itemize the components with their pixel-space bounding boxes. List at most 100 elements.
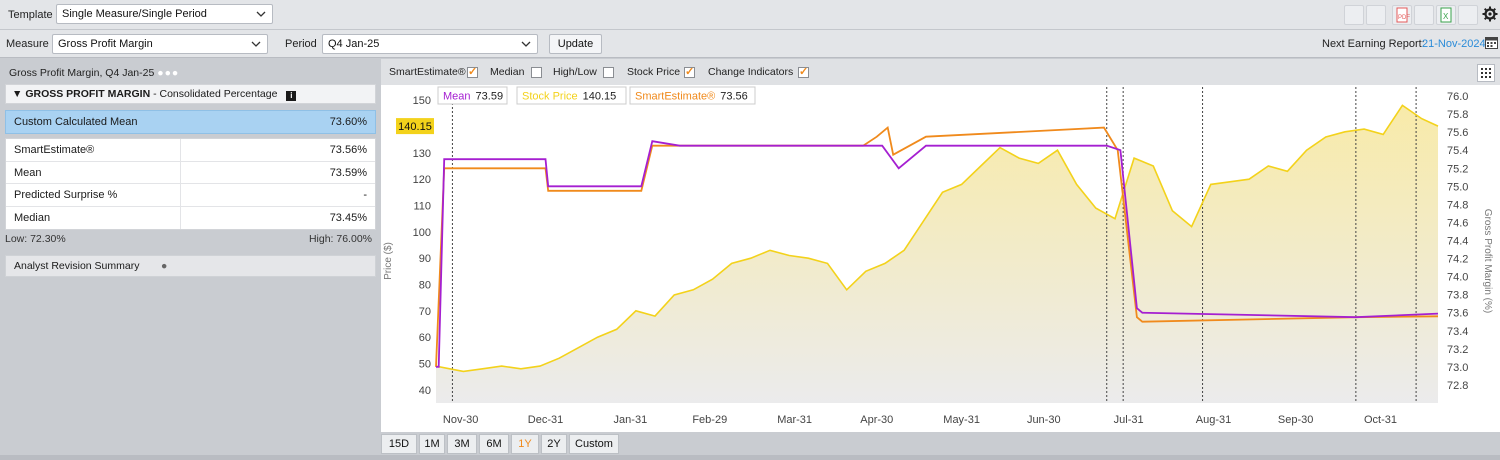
y2-tick-label: 73.8 bbox=[1447, 290, 1468, 302]
collapse-icon[interactable]: ▼ bbox=[12, 88, 22, 100]
stats-value: 73.45% bbox=[329, 211, 367, 224]
template-label: Template bbox=[8, 9, 53, 21]
y-tick-label: 50 bbox=[419, 359, 431, 371]
section-subtitle: - Consolidated Percentage bbox=[153, 88, 278, 100]
y-tick-label: 100 bbox=[413, 227, 431, 239]
x-tick-label: Aug-31 bbox=[1196, 414, 1231, 426]
option-median-checkbox[interactable] bbox=[531, 67, 542, 78]
chart-options-bar: SmartEstimate® Median High/Low Stock Pri… bbox=[381, 59, 1500, 85]
high-value: High: 76.00% bbox=[308, 233, 372, 245]
stats-table: SmartEstimate® 73.56% Mean 73.59% Predicte… bbox=[5, 138, 376, 230]
legend-mean-value: 73.59 bbox=[476, 91, 504, 103]
range-2y-button[interactable]: 2Y bbox=[541, 434, 567, 454]
stats-row: Mean 73.59% bbox=[6, 161, 375, 184]
section-title-bar[interactable]: ▼ GROSS PROFIT MARGIN - Consolidated Per… bbox=[5, 84, 376, 104]
range-selector: 15D 1M 3M 6M 1Y 2Y Custom bbox=[381, 432, 1500, 454]
next-earning-date[interactable]: 21-Nov-2024 bbox=[1422, 38, 1486, 50]
template-select[interactable]: Single Measure/Single Period bbox=[56, 4, 273, 24]
range-custom-button[interactable]: Custom bbox=[569, 434, 619, 454]
y2-tick-label: 73.6 bbox=[1447, 308, 1468, 320]
chevron-down-icon bbox=[256, 11, 266, 17]
range-3m-button[interactable]: 3M bbox=[447, 434, 477, 454]
measure-toolbar: Measure Gross Profit Margin Period Q4 Ja… bbox=[0, 30, 1500, 58]
legend-stock: Stock Price 140.15 bbox=[522, 91, 616, 103]
stats-row: Median 73.45% bbox=[6, 206, 375, 229]
y-tick-label: 70 bbox=[419, 306, 431, 318]
info-icon[interactable]: i bbox=[286, 91, 297, 101]
legend-smart-label: SmartEstimate® bbox=[635, 91, 715, 103]
x-tick-label: May-31 bbox=[943, 414, 980, 426]
period-select[interactable]: Q4 Jan-25 bbox=[322, 34, 538, 54]
y-axis-label: Price ($) bbox=[383, 242, 394, 280]
y2-tick-label: 74.0 bbox=[1447, 272, 1468, 284]
y-tick-label: 110 bbox=[413, 201, 431, 213]
stats-row: Predicted Surprise % - bbox=[6, 184, 375, 207]
y2-tick-label: 75.4 bbox=[1447, 145, 1468, 157]
x-tick-label: Jan-31 bbox=[614, 414, 648, 426]
chart-export-icon[interactable] bbox=[1414, 5, 1434, 25]
y2-tick-label: 73.2 bbox=[1447, 344, 1468, 356]
range-1m-button[interactable]: 1M bbox=[419, 434, 445, 454]
option-stockprice-checkbox[interactable] bbox=[684, 65, 695, 78]
option-median-label: Median bbox=[490, 66, 525, 78]
x-tick-label: Feb-29 bbox=[692, 414, 727, 426]
y-tick-label: 120 bbox=[413, 174, 431, 186]
x-tick-label: Sep-30 bbox=[1278, 414, 1313, 426]
stats-value: 73.56% bbox=[329, 144, 367, 156]
print-icon[interactable] bbox=[1344, 5, 1364, 25]
period-select-value: Q4 Jan-25 bbox=[328, 38, 380, 50]
chevron-down-icon bbox=[251, 41, 261, 47]
svg-text:PDF: PDF bbox=[1398, 15, 1410, 21]
option-highlow-checkbox[interactable] bbox=[603, 67, 614, 78]
pdf-icon[interactable]: PDF bbox=[1392, 5, 1412, 25]
stats-value: - bbox=[363, 189, 367, 201]
y2-tick-label: 74.2 bbox=[1447, 254, 1468, 266]
analyst-revision-label: Analyst Revision Summary bbox=[14, 260, 140, 272]
bottom-strip bbox=[0, 455, 1500, 460]
loading-dot-icon: ● bbox=[161, 260, 168, 272]
x-tick-label: Mar-31 bbox=[777, 414, 812, 426]
stats-label: Median bbox=[14, 211, 51, 224]
y2-tick-label: 76.0 bbox=[1447, 91, 1468, 103]
legend-mean-label: Mean bbox=[443, 91, 471, 103]
x-tick-label: Jul-31 bbox=[1114, 414, 1144, 426]
excel-icon[interactable]: X bbox=[1436, 5, 1456, 25]
x-tick-label: Apr-30 bbox=[860, 414, 893, 426]
y2-tick-label: 72.8 bbox=[1447, 380, 1468, 392]
estimate-chart-svg[interactable]: Price ($) Gross Profit Margin (%) 40 50 60… bbox=[381, 85, 1500, 432]
measure-select[interactable]: Gross Profit Margin bbox=[52, 34, 268, 54]
range-15d-button[interactable]: 15D bbox=[381, 434, 417, 454]
settings-icon[interactable] bbox=[1482, 6, 1498, 22]
stats-label: Predicted Surprise % bbox=[14, 189, 118, 201]
grid-menu-icon[interactable] bbox=[1477, 64, 1495, 82]
custom-mean-row[interactable]: Custom Calculated Mean 73.60% bbox=[5, 110, 376, 134]
custom-mean-value: 73.60% bbox=[329, 116, 367, 128]
measure-select-value: Gross Profit Margin bbox=[58, 38, 153, 50]
y2-tick-label: 73.4 bbox=[1447, 326, 1468, 338]
low-value: Low: 72.30% bbox=[5, 233, 66, 245]
measure-label: Measure bbox=[6, 38, 49, 50]
calendar-icon[interactable] bbox=[1485, 36, 1498, 49]
y2-tick-label: 75.8 bbox=[1447, 109, 1468, 121]
analyst-revision-summary[interactable]: Analyst Revision Summary ● bbox=[5, 255, 376, 277]
update-button[interactable]: Update bbox=[549, 34, 602, 54]
stock-price-area bbox=[436, 105, 1438, 404]
low-high-row: Low: 72.30% High: 76.00% bbox=[5, 233, 376, 245]
range-6m-button[interactable]: 6M bbox=[479, 434, 509, 454]
estimate-chart[interactable]: Price ($) Gross Profit Margin (%) 40 50 60… bbox=[381, 85, 1500, 432]
legend-smart: SmartEstimate® 73.56 bbox=[635, 91, 748, 103]
template-toolbar: Template Single Measure/Single Period PD… bbox=[0, 0, 1500, 30]
option-smartestimate-checkbox[interactable] bbox=[467, 65, 478, 78]
copy-icon[interactable] bbox=[1458, 5, 1478, 25]
export-icon[interactable] bbox=[1366, 5, 1386, 25]
y2-tick-label: 73.0 bbox=[1447, 362, 1468, 374]
range-1y-button[interactable]: 1Y bbox=[511, 434, 539, 454]
y-tick-label: 40 bbox=[419, 385, 431, 397]
y2-axis-label: Gross Profit Margin (%) bbox=[1482, 209, 1493, 313]
option-changeindicators-checkbox[interactable] bbox=[798, 65, 809, 78]
period-label: Period bbox=[285, 38, 317, 50]
stats-value: 73.59% bbox=[329, 166, 367, 179]
more-dots-icon[interactable]: ●●● bbox=[157, 67, 179, 79]
stats-label: SmartEstimate® bbox=[14, 144, 95, 156]
y-tick-label: 150 bbox=[413, 95, 431, 107]
